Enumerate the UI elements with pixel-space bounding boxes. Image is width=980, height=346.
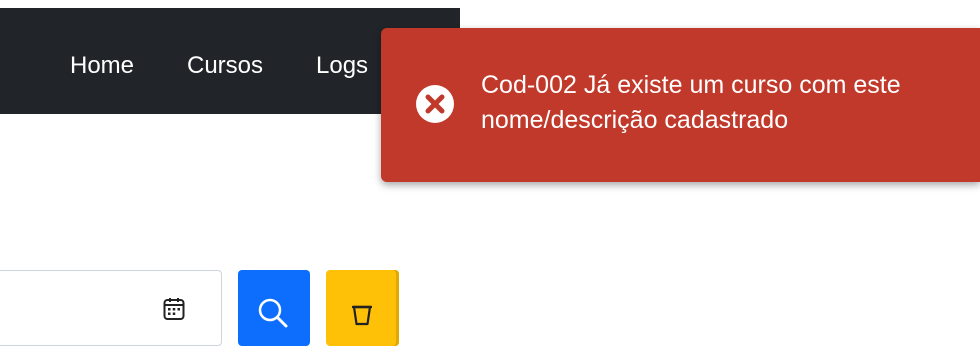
clear-button[interactable] <box>326 270 399 346</box>
error-circle-x-icon <box>416 85 454 123</box>
search-icon <box>258 298 288 328</box>
toast-message: Cod-002 Já existe um curso com este nome… <box>481 71 901 134</box>
error-toast[interactable]: Cod-002 Já existe um curso com este nome… <box>381 28 980 182</box>
nav-link-cursos[interactable]: Cursos <box>187 51 263 81</box>
search-button[interactable] <box>238 270 310 346</box>
date-input[interactable] <box>0 270 222 346</box>
nav-link-home[interactable]: Home <box>70 51 134 81</box>
trash-icon <box>352 305 372 326</box>
nav-link-logs[interactable]: Logs <box>316 51 368 81</box>
calendar-icon[interactable] <box>163 297 185 321</box>
